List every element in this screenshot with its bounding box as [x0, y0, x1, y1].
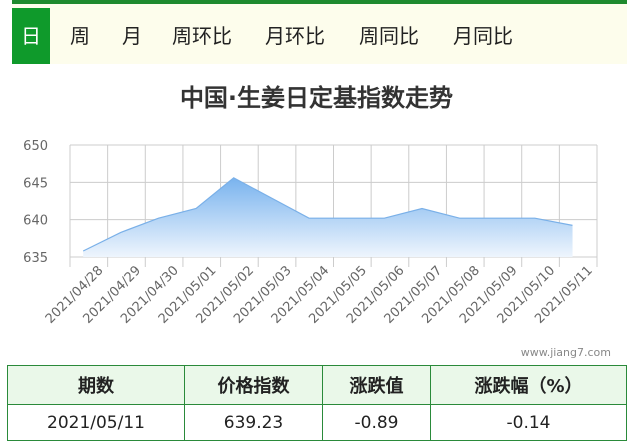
cell-period: 2021/05/11	[7, 404, 185, 441]
data-point	[572, 224, 574, 226]
header-price-index: 价格指数	[184, 365, 323, 405]
data-point	[270, 197, 272, 199]
data-point	[459, 217, 461, 219]
header-change-value: 涨跌值	[322, 365, 431, 405]
cell-price-index: 639.23	[184, 404, 323, 441]
y-tick-label: 635	[23, 251, 48, 266]
watermark-text: www.jiang7.com	[520, 346, 611, 359]
data-point	[346, 217, 348, 219]
data-point	[383, 217, 385, 219]
series-area	[83, 177, 573, 257]
y-tick-label: 640	[23, 214, 48, 229]
data-point	[233, 177, 235, 179]
data-point	[496, 217, 498, 219]
data-point	[82, 250, 84, 252]
table-row: 2021/05/11 639.23 -0.89 -0.14	[7, 404, 627, 441]
table-header-row: 期数 价格指数 涨跌值 涨跌幅（%）	[7, 365, 627, 405]
area-chart: 6356406456502021/04/282021/04/292021/04/…	[23, 139, 598, 327]
data-point	[534, 217, 536, 219]
data-point	[157, 217, 159, 219]
cell-change-value: -0.89	[322, 404, 431, 441]
data-point	[120, 231, 122, 233]
header-change-percent: 涨跌幅（%）	[430, 365, 627, 405]
y-tick-label: 650	[23, 139, 48, 154]
index-table: 期数 价格指数 涨跌值 涨跌幅（%） 2021/05/11 639.23 -0.…	[7, 365, 627, 441]
data-point	[195, 207, 197, 209]
data-point	[421, 207, 423, 209]
data-point	[308, 217, 310, 219]
cell-change-percent: -0.14	[430, 404, 627, 441]
header-period: 期数	[7, 365, 185, 405]
y-tick-label: 645	[23, 176, 48, 191]
